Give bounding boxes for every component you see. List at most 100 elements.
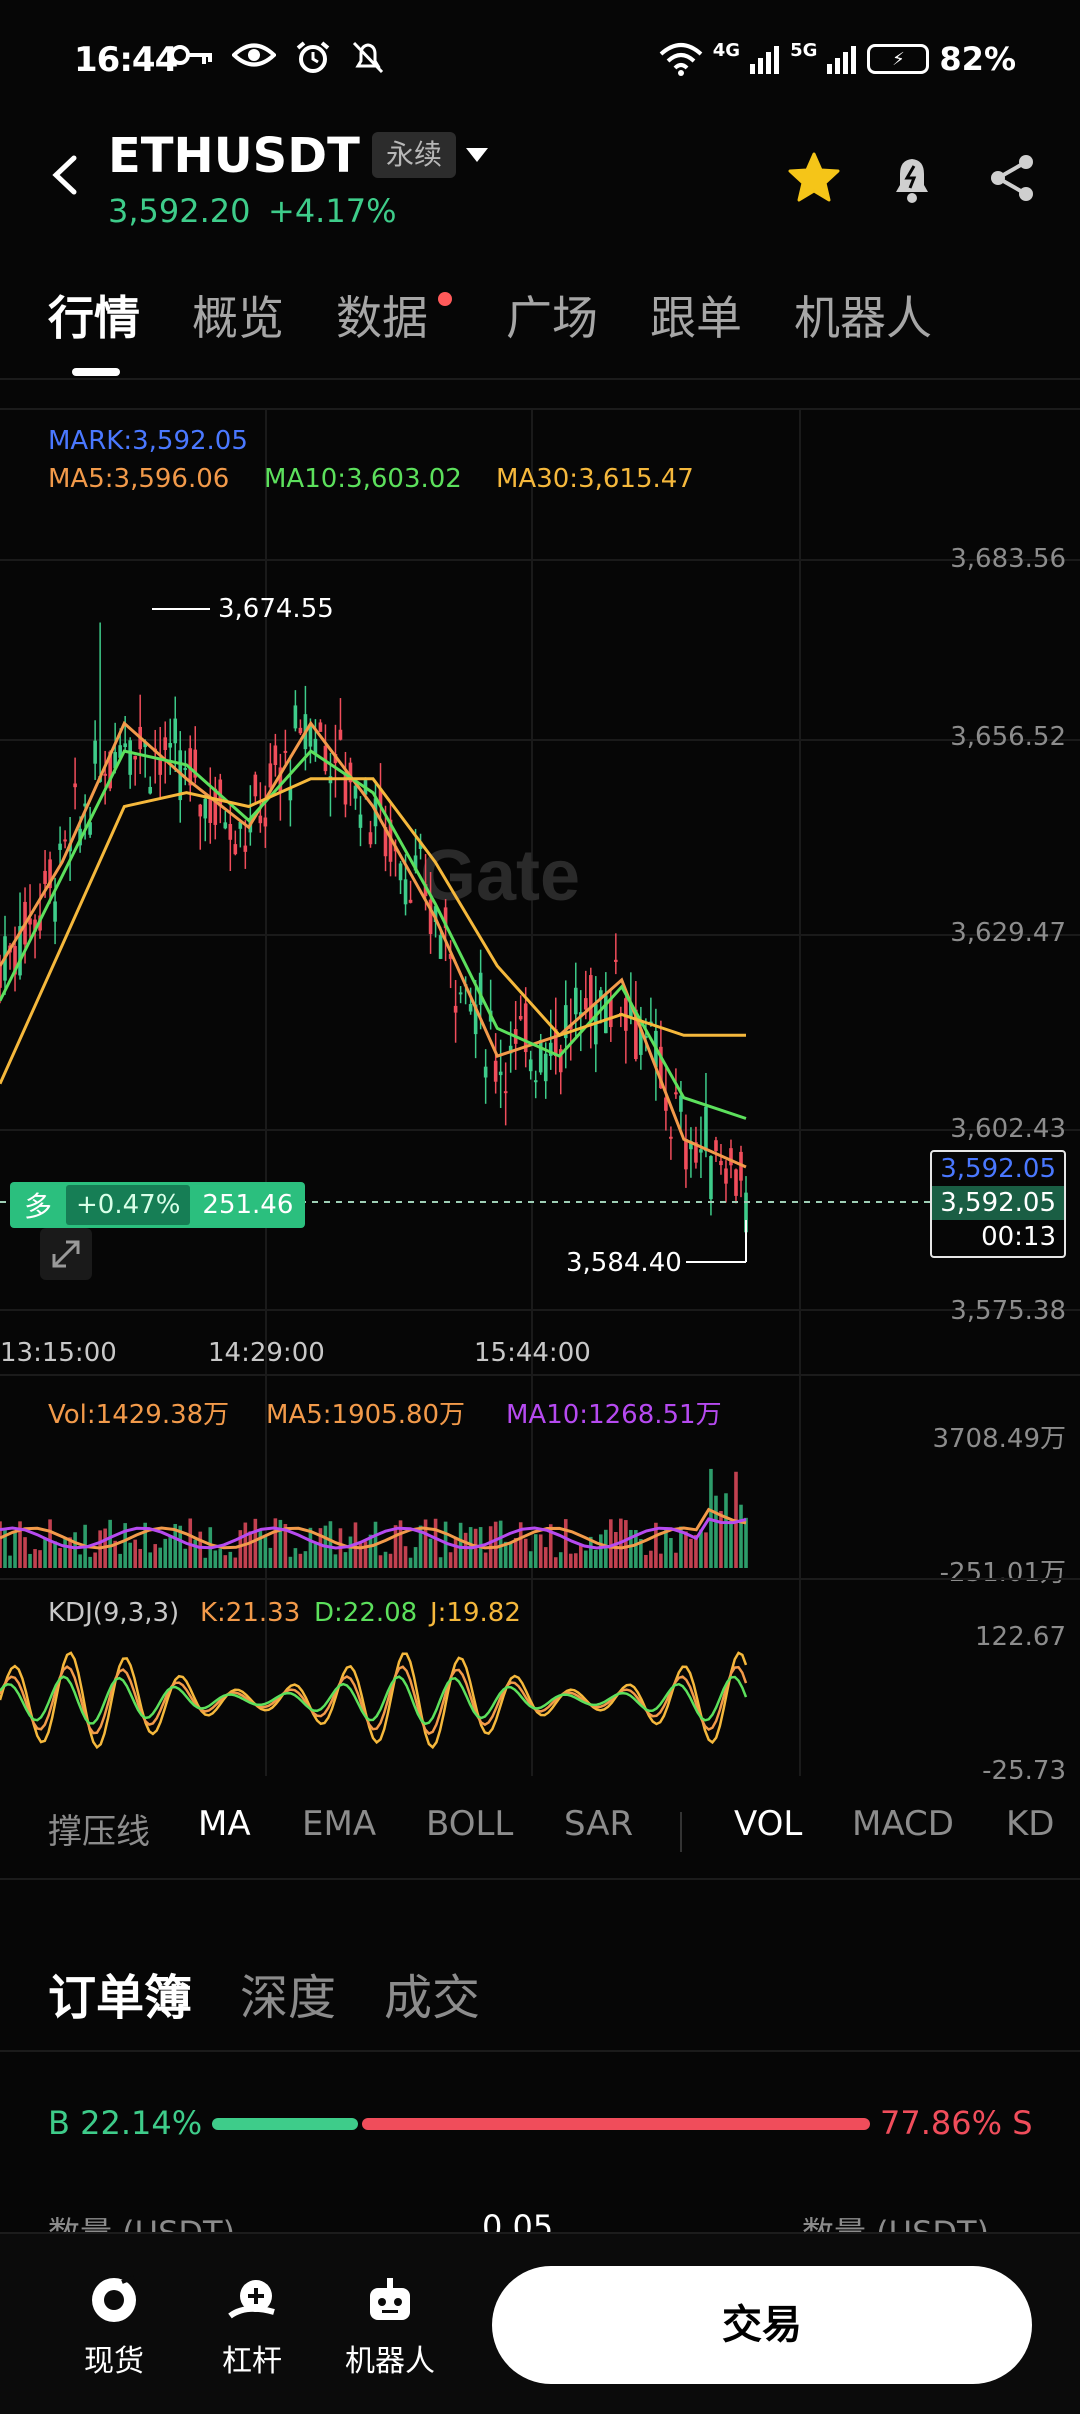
candle-body (243, 845, 248, 852)
nav-spot[interactable]: 现货 (54, 2274, 174, 2380)
volume-bar (288, 1556, 293, 1568)
candle-body (208, 798, 213, 823)
volume-bars (0, 1468, 748, 1568)
volume-bar (168, 1535, 173, 1568)
tab-market[interactable]: 行情 (48, 282, 140, 348)
divider (0, 1578, 1080, 1580)
volume-bar (213, 1550, 218, 1568)
volume-bar (58, 1548, 62, 1568)
chart-grid (0, 410, 1080, 1776)
volume-bar (53, 1541, 57, 1568)
candle-body (719, 1160, 723, 1166)
volume-bar (268, 1547, 273, 1568)
last-price-box: 3,592.05 (932, 1186, 1064, 1220)
indicator-vol[interactable]: VOL (734, 1804, 802, 1844)
candle-body (258, 815, 263, 824)
sell-ratio-bar (362, 2118, 870, 2130)
kdj-d-legend: D:22.08 (314, 1598, 418, 1628)
candle-body (498, 1071, 503, 1076)
tab-depth[interactable]: 深度 (240, 1958, 336, 2028)
candle-body (583, 998, 588, 1010)
candle-body (533, 1080, 538, 1083)
chevron-down-icon[interactable] (464, 146, 490, 166)
volume-bar (308, 1527, 313, 1568)
mute-bell-icon (352, 41, 384, 74)
volume-bar (303, 1551, 308, 1568)
tab-bot[interactable]: 机器人 (794, 282, 932, 348)
volume-bar (644, 1554, 648, 1568)
indicator-sar[interactable]: SAR (564, 1804, 633, 1844)
volume-bar (33, 1549, 37, 1568)
candle-body (483, 1066, 488, 1078)
indicator-macd[interactable]: MACD (852, 1804, 954, 1844)
tab-square[interactable]: 广场 (506, 282, 598, 348)
volume-bar (694, 1534, 698, 1568)
candle-body (403, 879, 408, 905)
contract-type-badge[interactable]: 永续 (372, 132, 457, 178)
candle-body (453, 1005, 458, 1013)
price-axis-label: 3,629.47 (950, 918, 1066, 948)
vol-ma5-legend: MA5:1905.80万 (266, 1400, 466, 1430)
volume-bar (298, 1553, 303, 1568)
tab-trades[interactable]: 成交 (384, 1958, 480, 2028)
indicator-support-resistance[interactable]: 撑压线 (48, 1804, 150, 1853)
volume-bar (413, 1547, 418, 1568)
volume-bar (674, 1552, 678, 1568)
volume-bar (293, 1548, 298, 1568)
ma5-legend: MA5:3,596.06 (48, 464, 230, 494)
position-side: 多 (24, 1190, 53, 1223)
volume-bar (88, 1556, 92, 1568)
candle-body (358, 814, 363, 828)
trade-button[interactable]: 交易 (492, 2266, 1032, 2384)
back-arrow-icon[interactable] (42, 150, 92, 200)
indicator-kd[interactable]: KD (1006, 1804, 1054, 1844)
candle-body (684, 1138, 688, 1170)
nav-bot[interactable]: 机器人 (330, 2274, 450, 2380)
candle-body (679, 1095, 683, 1112)
volume-bar (153, 1544, 158, 1568)
alert-bell-icon[interactable] (884, 150, 940, 206)
volume-bar (563, 1519, 568, 1568)
candle-body (103, 773, 107, 776)
battery-level: 82% (939, 40, 1016, 78)
tab-data[interactable]: 数据 (336, 282, 428, 348)
symbol-title[interactable]: ETHUSDT (108, 128, 360, 184)
ma-lines (0, 720, 747, 1169)
volume-bar (248, 1531, 253, 1568)
tab-orderbook[interactable]: 订单簿 (48, 1958, 192, 2028)
candle-body (458, 992, 463, 995)
expand-icon[interactable] (40, 1228, 92, 1280)
volume-bar (704, 1532, 708, 1568)
long-position-tag[interactable]: 多 +0.47% 251.46 (10, 1182, 306, 1228)
candle-body (438, 935, 443, 959)
divider (0, 1374, 1080, 1376)
volume-bar (133, 1539, 137, 1568)
tab-overview[interactable]: 概览 (192, 282, 284, 348)
volume-bar (604, 1529, 608, 1568)
volume-bar (624, 1520, 628, 1568)
vol-axis-bottom: -251.01万 (939, 1558, 1066, 1588)
volume-bar (433, 1518, 438, 1568)
share-icon[interactable] (984, 150, 1040, 206)
candle-body (263, 817, 268, 827)
indicator-ma[interactable]: MA (198, 1804, 251, 1844)
key-icon (170, 45, 212, 65)
candle-body (228, 823, 233, 840)
favorite-star-icon[interactable] (786, 150, 842, 206)
indicator-boll[interactable]: BOLL (426, 1804, 513, 1844)
divider (0, 2050, 1080, 2052)
volume-bar (508, 1543, 513, 1568)
robot-icon (370, 2278, 410, 2320)
candle-body (573, 987, 578, 1015)
tab-copy-trade[interactable]: 跟单 (650, 282, 742, 348)
indicator-ema[interactable]: EMA (302, 1804, 376, 1844)
nav-margin[interactable]: 杠杆 (192, 2274, 312, 2380)
candle-body (709, 1156, 713, 1200)
alarm-icon (296, 41, 330, 73)
volume-bar (609, 1519, 613, 1568)
time-axis-label: 13:15:00 (0, 1338, 117, 1368)
volume-bar (428, 1538, 433, 1568)
time-axis-label: 15:44:00 (474, 1338, 591, 1368)
volume-bar (183, 1548, 188, 1568)
candle-body (173, 718, 178, 744)
